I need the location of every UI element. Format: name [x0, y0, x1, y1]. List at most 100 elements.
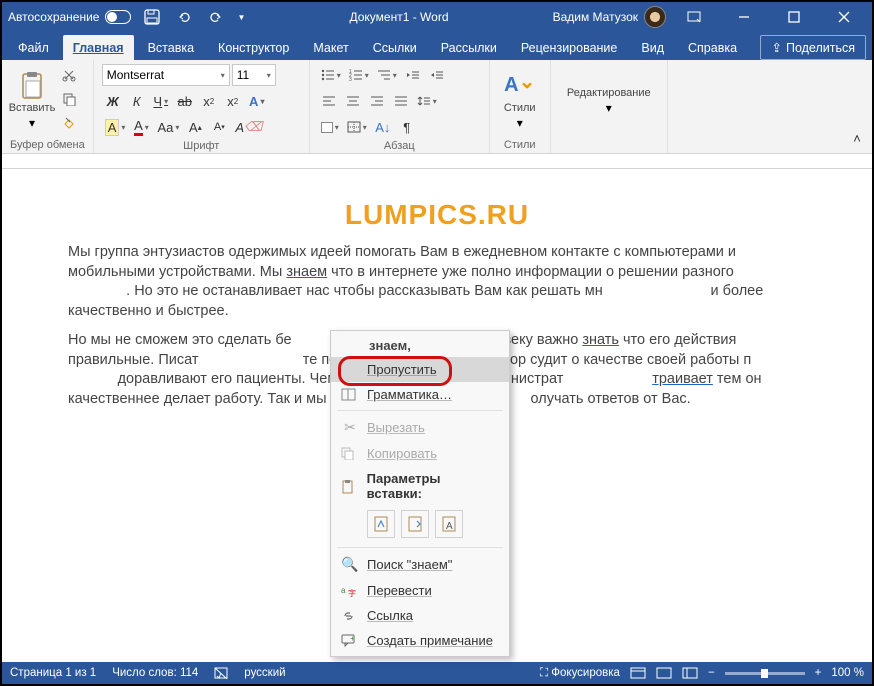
zoom-level[interactable]: 100 % [831, 667, 864, 679]
styles-icon: A⌄ [506, 72, 534, 100]
editing-button[interactable]: Редактирование ▾ [559, 64, 659, 137]
cut-icon[interactable] [58, 64, 80, 86]
ribbon-display-icon[interactable] [672, 2, 716, 32]
group-clipboard: Вставить ▾ Буфер обмена [2, 60, 94, 153]
font-color-button[interactable]: A▾ [130, 116, 152, 138]
view-print-icon[interactable] [630, 667, 646, 679]
styles-button[interactable]: A⌄ Стили ▾ [498, 64, 542, 137]
sort-button[interactable]: A↓ [372, 116, 394, 138]
context-suggestion[interactable]: знаем, [331, 334, 509, 357]
paste-text-only[interactable]: A [435, 510, 463, 538]
font-name-combo[interactable]: Montserrat▾ [102, 64, 230, 86]
maximize-button[interactable] [772, 2, 816, 32]
italic-button[interactable]: К [126, 90, 148, 112]
align-center-button[interactable] [342, 90, 364, 112]
tab-help[interactable]: Справка [678, 35, 747, 60]
focus-mode[interactable]: ⛶ Фокусировка [540, 667, 620, 680]
autosave-toggle[interactable]: Автосохранение [8, 10, 131, 24]
underline-button[interactable]: Ч▾ [150, 90, 172, 112]
share-button[interactable]: ⇪ Поделиться [760, 35, 866, 60]
grammar-error-1[interactable]: знаем [286, 264, 327, 280]
tab-review[interactable]: Рецензирование [511, 35, 628, 60]
superscript-button[interactable]: x2 [222, 90, 244, 112]
tab-file[interactable]: Файл [8, 35, 59, 60]
tab-design[interactable]: Конструктор [208, 35, 299, 60]
status-proofing-icon[interactable] [214, 667, 228, 679]
subscript-button[interactable]: x2 [198, 90, 220, 112]
clipboard-icon [18, 72, 46, 100]
context-skip[interactable]: Пропустить [331, 357, 509, 382]
tab-references[interactable]: Ссылки [363, 35, 427, 60]
redo-icon[interactable] [205, 6, 227, 28]
tab-home[interactable]: Главная [63, 35, 134, 60]
context-search[interactable]: 🔍Поиск "знаем" [331, 551, 509, 578]
view-web-icon[interactable] [682, 667, 698, 679]
minimize-button[interactable] [722, 2, 766, 32]
decrease-indent-button[interactable] [402, 64, 424, 86]
bold-button[interactable]: Ж [102, 90, 124, 112]
multilevel-button[interactable]: ▾ [374, 64, 400, 86]
strike-button[interactable]: ab [174, 90, 196, 112]
view-read-icon[interactable] [656, 667, 672, 679]
tab-insert[interactable]: Вставка [138, 35, 204, 60]
tab-mailings[interactable]: Рассылки [431, 35, 507, 60]
text-effects-button[interactable]: A▾ [246, 90, 268, 112]
change-case-button[interactable]: Aa▾ [154, 116, 182, 138]
shrink-font-button[interactable]: A▾ [208, 116, 230, 138]
collapse-ribbon-icon[interactable]: ˄ [846, 127, 868, 149]
line-spacing-button[interactable]: ▾ [414, 90, 440, 112]
bullets-button[interactable]: ▾ [318, 64, 344, 86]
svg-text:3: 3 [349, 77, 352, 81]
copy-icon[interactable] [58, 88, 80, 110]
user-name: Вадим Матузок [553, 10, 638, 24]
zoom-in-button[interactable]: + [815, 667, 822, 679]
numbering-button[interactable]: 123▾ [346, 64, 372, 86]
zoom-out-button[interactable]: − [708, 667, 715, 679]
borders-button[interactable]: ▾ [344, 116, 370, 138]
status-page[interactable]: Страница 1 из 1 [10, 667, 96, 679]
status-language[interactable]: русский [244, 667, 285, 679]
status-words[interactable]: Число слов: 114 [112, 667, 198, 679]
tab-view[interactable]: Вид [631, 35, 674, 60]
format-painter-icon[interactable] [58, 112, 80, 134]
toggle-icon [105, 10, 131, 24]
context-translate[interactable]: а字Перевести [331, 578, 509, 603]
grammar-error-3[interactable]: траивает [652, 371, 713, 387]
qa-dropdown-icon[interactable]: ▼ [237, 13, 245, 22]
paste-icon2 [341, 479, 359, 494]
avatar[interactable] [644, 6, 666, 28]
paste-button[interactable]: Вставить ▾ [10, 64, 54, 137]
styles-group-label: Стили [498, 139, 542, 151]
align-right-button[interactable] [366, 90, 388, 112]
context-grammar[interactable]: Грамматика… [331, 382, 509, 407]
paste-options-row: A [331, 506, 509, 544]
titlebar: Автосохранение ▼ Документ1 - Word Вадим … [2, 2, 872, 32]
paragraph-1: Мы группа энтузиастов одержимых идеей по… [68, 243, 806, 321]
clear-format-button[interactable]: A⌫ [232, 116, 265, 138]
zoom-slider[interactable] [725, 672, 805, 675]
justify-button[interactable] [390, 90, 412, 112]
save-icon[interactable] [141, 6, 163, 28]
svg-text:A: A [446, 521, 453, 532]
close-button[interactable] [822, 2, 866, 32]
ribbon-tabs: Файл Главная Вставка Конструктор Макет С… [2, 32, 872, 60]
grow-font-button[interactable]: A▴ [184, 116, 206, 138]
context-comment[interactable]: +Создать примечание [331, 628, 509, 653]
paste-merge-formatting[interactable] [401, 510, 429, 538]
shading-button[interactable]: ▾ [318, 116, 342, 138]
font-size-combo[interactable]: 11▾ [232, 64, 276, 86]
align-left-button[interactable] [318, 90, 340, 112]
ruler[interactable] [2, 154, 872, 169]
paragraph-group-label: Абзац [318, 140, 481, 152]
undo-icon[interactable] [173, 6, 195, 28]
show-marks-button[interactable]: ¶ [396, 116, 418, 138]
group-font: Montserrat▾ 11▾ Ж К Ч▾ ab x2 x2 A▾ A▾ A▾… [94, 60, 310, 153]
paste-keep-formatting[interactable] [367, 510, 395, 538]
increase-indent-button[interactable] [426, 64, 448, 86]
tab-layout[interactable]: Макет [303, 35, 358, 60]
group-paragraph: ▾ 123▾ ▾ ▾ ▾ ▾ A↓ ¶ Абзац [310, 60, 490, 153]
grammar-error-2[interactable]: знать [582, 332, 619, 348]
font-group-label: Шрифт [102, 140, 301, 152]
highlight-button[interactable]: A▾ [102, 116, 129, 138]
context-link[interactable]: Ссылка [331, 603, 509, 628]
